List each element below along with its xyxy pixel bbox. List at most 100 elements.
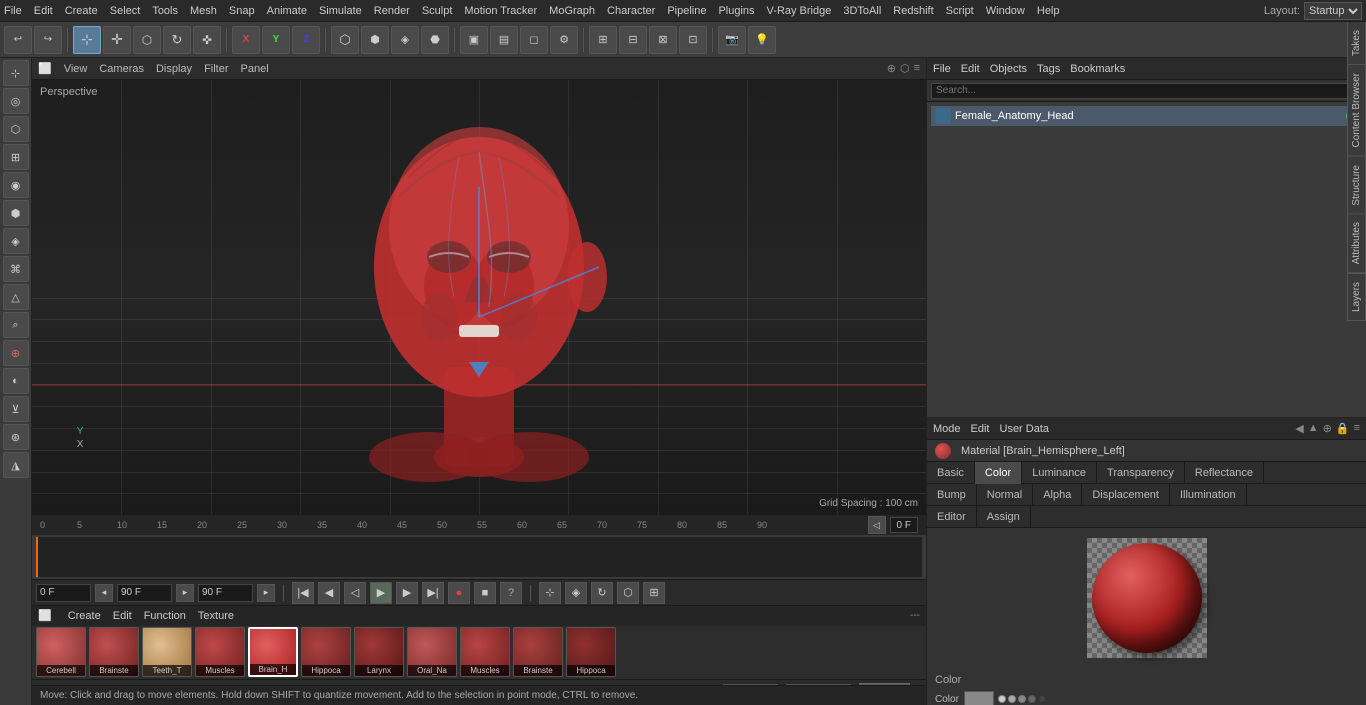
mat-brainste[interactable]: Brainste — [89, 627, 139, 677]
move-tool[interactable]: ✛ — [103, 26, 131, 54]
render-vp[interactable]: ◻ — [520, 26, 548, 54]
tab-assign[interactable]: Assign — [977, 506, 1031, 528]
snap-mid[interactable]: ⊠ — [649, 26, 677, 54]
sidebar-btn-10[interactable]: ⌕ — [3, 312, 29, 338]
menu-simulate[interactable]: Simulate — [319, 5, 362, 17]
mat-cerebell[interactable]: Cerebell — [36, 627, 86, 677]
tab-alpha[interactable]: Alpha — [1033, 484, 1082, 506]
axis-z-btn[interactable]: Z — [292, 26, 320, 54]
vp-lock-icon[interactable]: ⊕ — [887, 62, 896, 75]
tab-luminance[interactable]: Luminance — [1022, 462, 1097, 484]
menu-file[interactable]: File — [4, 5, 22, 17]
sidebar-btn-5[interactable]: ◉ — [3, 172, 29, 198]
preset-3[interactable] — [1018, 695, 1026, 703]
menu-pipeline[interactable]: Pipeline — [667, 5, 706, 17]
preview-end-field[interactable]: 90 F — [198, 584, 253, 602]
end-frame-step[interactable]: ▸ — [176, 584, 194, 602]
mat-create-menu[interactable]: Create — [68, 610, 101, 622]
preset-2[interactable] — [1008, 695, 1016, 703]
frame-minus[interactable]: ◁ — [868, 516, 886, 534]
mat-oral[interactable]: Oral_Na — [407, 627, 457, 677]
vp-config-icon[interactable]: ≡ — [914, 62, 920, 75]
play-btn[interactable]: ▶ — [370, 582, 392, 604]
tab-content-browser[interactable]: Content Browser — [1347, 65, 1366, 156]
obj-objects-menu[interactable]: Objects — [990, 63, 1027, 75]
attr-back-icon[interactable]: ◀ — [1295, 422, 1303, 435]
sidebar-btn-15[interactable]: ◮ — [3, 452, 29, 478]
mat-larynx[interactable]: Larynx — [354, 627, 404, 677]
vp-panel-menu[interactable]: Panel — [241, 63, 269, 75]
tab-editor[interactable]: Editor — [927, 506, 977, 528]
sidebar-btn-12[interactable]: ◐ — [3, 368, 29, 394]
menu-tools[interactable]: Tools — [152, 5, 178, 17]
obj-tags-menu[interactable]: Tags — [1037, 63, 1060, 75]
mat-brain-h[interactable]: Brain_H — [248, 627, 298, 677]
attr-lock-icon[interactable]: 🔒 — [1336, 422, 1350, 435]
menu-3dtoall[interactable]: 3DToAll — [843, 5, 881, 17]
mat-hippoca2[interactable]: Hippoca — [566, 627, 616, 677]
preset-5[interactable] — [1038, 695, 1046, 703]
tab-color[interactable]: Color — [975, 462, 1022, 484]
tab-displacement[interactable]: Displacement — [1082, 484, 1170, 506]
timeline-track[interactable] — [36, 537, 922, 577]
attr-edit-menu[interactable]: Edit — [971, 423, 990, 435]
menu-mograph[interactable]: MoGraph — [549, 5, 595, 17]
vp-view-menu[interactable]: View — [64, 63, 88, 75]
sidebar-btn-7[interactable]: ◈ — [3, 228, 29, 254]
go-start-btn[interactable]: |◀ — [292, 582, 314, 604]
autokey-btn[interactable]: ◈ — [565, 582, 587, 604]
tab-basic[interactable]: Basic — [927, 462, 975, 484]
edges-mode[interactable]: ⬢ — [361, 26, 389, 54]
preset-1[interactable] — [998, 695, 1006, 703]
sidebar-btn-1[interactable]: ⊹ — [3, 60, 29, 86]
light-btn[interactable]: 💡 — [748, 26, 776, 54]
axis-x-btn[interactable]: X — [232, 26, 260, 54]
points-mode[interactable]: ⬡ — [331, 26, 359, 54]
obj-search-input[interactable] — [931, 83, 1362, 99]
menu-mesh[interactable]: Mesh — [190, 5, 217, 17]
next-frame-btn[interactable]: ▶ — [396, 582, 418, 604]
obj-female-anatomy[interactable]: Female_Anatomy_Head — [931, 106, 1362, 126]
end-frame-field[interactable]: 90 F — [117, 584, 172, 602]
tab-transparency[interactable]: Transparency — [1097, 462, 1185, 484]
sidebar-btn-11[interactable]: ⊕ — [3, 340, 29, 366]
select-tool[interactable]: ⊹ — [73, 26, 101, 54]
menu-window[interactable]: Window — [986, 5, 1025, 17]
redo-button[interactable]: ↪ — [34, 26, 62, 54]
sidebar-btn-3[interactable]: ⬡ — [3, 116, 29, 142]
preview-btn[interactable]: ⬡ — [617, 582, 639, 604]
menu-character[interactable]: Character — [607, 5, 655, 17]
record-btn[interactable]: ● — [448, 582, 470, 604]
tab-bump[interactable]: Bump — [927, 484, 977, 506]
mat-hippoca[interactable]: Hippoca — [301, 627, 351, 677]
obj-bookmarks-menu[interactable]: Bookmarks — [1070, 63, 1125, 75]
attr-mode-menu[interactable]: Mode — [933, 423, 961, 435]
preview-step[interactable]: ▸ — [257, 584, 275, 602]
attr-config-icon[interactable]: ≡ — [1354, 422, 1360, 435]
go-end-btn[interactable]: ▶| — [422, 582, 444, 604]
poly-mode[interactable]: ◈ — [391, 26, 419, 54]
preset-4[interactable] — [1028, 695, 1036, 703]
vp-cameras-menu[interactable]: Cameras — [99, 63, 144, 75]
attr-forward-icon[interactable]: ▲ — [1308, 422, 1319, 435]
transform-tool[interactable]: ✜ — [193, 26, 221, 54]
grid-btn[interactable]: ⊞ — [643, 582, 665, 604]
menu-vray[interactable]: V-Ray Bridge — [767, 5, 832, 17]
menu-redshift[interactable]: Redshift — [893, 5, 933, 17]
tab-illumination[interactable]: Illumination — [1170, 484, 1247, 506]
vp-expand-icon[interactable]: ⬡ — [900, 62, 910, 75]
snap-vt[interactable]: ⊟ — [619, 26, 647, 54]
mat-function-menu[interactable]: Function — [144, 610, 186, 622]
prev-frame-btn[interactable]: ◀ — [318, 582, 340, 604]
menu-help[interactable]: Help — [1037, 5, 1060, 17]
help-btn[interactable]: ? — [500, 582, 522, 604]
tab-normal[interactable]: Normal — [977, 484, 1033, 506]
render-to-po[interactable]: ▤ — [490, 26, 518, 54]
menu-create[interactable]: Create — [65, 5, 98, 17]
obj-file-menu[interactable]: File — [933, 63, 951, 75]
menu-plugins[interactable]: Plugins — [718, 5, 754, 17]
sidebar-btn-4[interactable]: ⊞ — [3, 144, 29, 170]
mat-muscles2[interactable]: Muscles — [460, 627, 510, 677]
render-preview[interactable]: ▣ — [460, 26, 488, 54]
keyframe-btn[interactable]: ⊹ — [539, 582, 561, 604]
